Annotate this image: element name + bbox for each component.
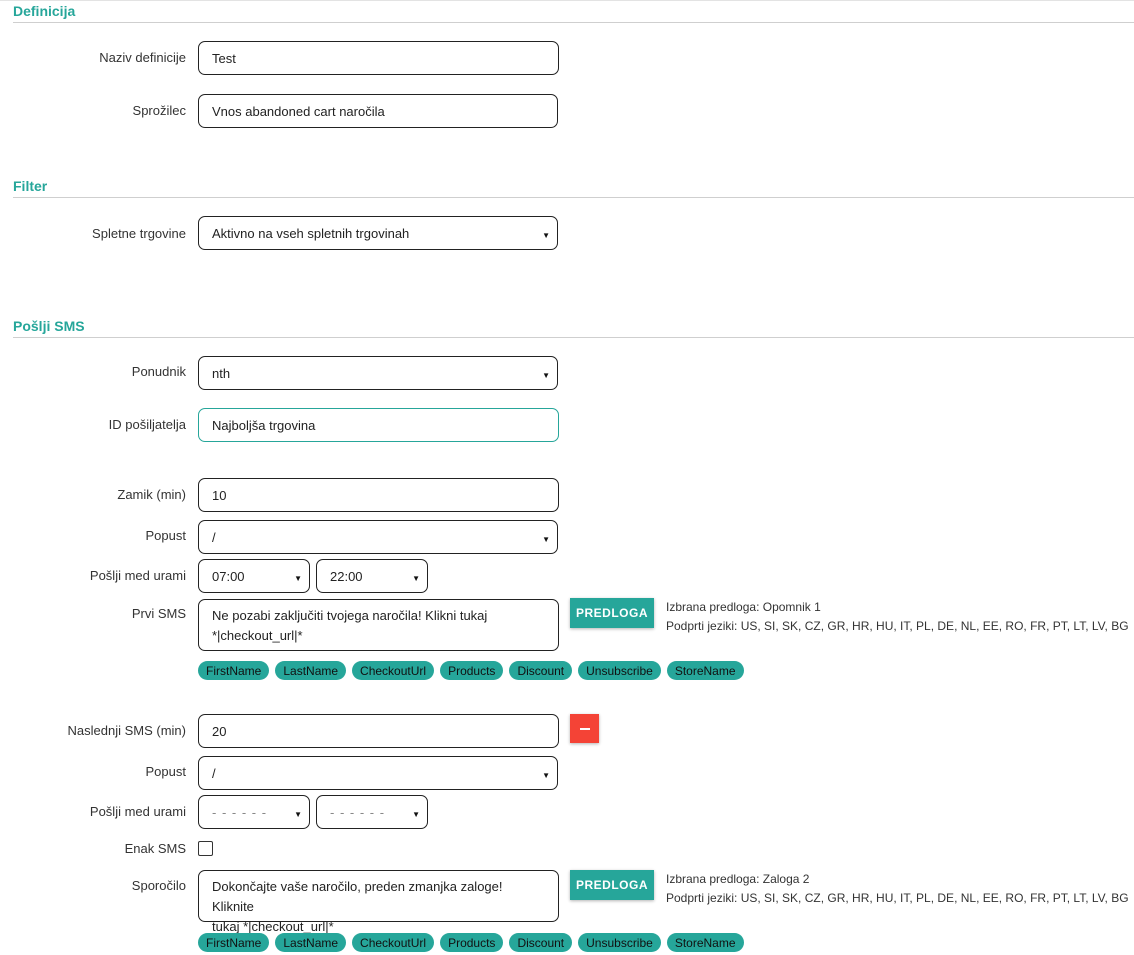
tag-unsubscribe[interactable]: Unsubscribe	[578, 933, 661, 952]
hours-from-select[interactable]: 07:00 ▼	[198, 559, 310, 593]
tag-unsubscribe[interactable]: Unsubscribe	[578, 661, 661, 680]
message-textarea[interactable]: Dokončajte vaše naročilo, preden zmanjka…	[198, 870, 559, 934]
caret-down-icon: ▼	[294, 810, 302, 819]
trgovine-select[interactable]: Aktivno na vseh spletnih trgovinah ▼	[198, 216, 558, 250]
naziv-value: Test	[212, 50, 236, 66]
tag-products[interactable]: Products	[440, 661, 504, 680]
ponudnik-label: Ponudnik	[131, 364, 186, 379]
tag-lastname[interactable]: LastName	[275, 661, 347, 680]
first-sms-line: Ne pozabi zaključiti tvojega naročila! K…	[212, 608, 488, 623]
tag-firstname[interactable]: FirstName	[198, 933, 270, 952]
caret-down-icon: ▼	[412, 574, 420, 583]
same-sms-label: Enak SMS	[124, 841, 186, 856]
sender-value: Najboljša trgovina	[212, 417, 316, 433]
remove-sms-button[interactable]	[570, 714, 599, 743]
section-divider	[13, 337, 1134, 338]
template-info: Izbrana predloga: Opomnik 1 Podprti jezi…	[666, 598, 1129, 636]
template-button[interactable]: PREDLOGA	[570, 598, 654, 628]
top-divider	[0, 0, 1134, 1]
template-button[interactable]: PREDLOGA	[570, 870, 654, 900]
section-divider	[13, 197, 1134, 198]
tag-firstname[interactable]: FirstName	[198, 661, 270, 680]
trgovine-label: Spletne trgovine	[92, 226, 186, 241]
supported-languages: Podprti jeziki: US, SI, SK, CZ, GR, HR, …	[666, 619, 1129, 633]
caret-down-icon: ▼	[542, 371, 550, 380]
naziv-label: Naziv definicije	[99, 50, 186, 65]
tag-checkouturl[interactable]: CheckoutUrl	[352, 933, 435, 952]
next-delay-label: Naslednji SMS (min)	[67, 723, 186, 738]
tag-storename[interactable]: StoreName	[666, 933, 744, 952]
naziv-input[interactable]: Test	[198, 41, 559, 75]
ponudnik-value: nth	[212, 365, 231, 381]
next-hours-label: Pošlji med urami	[89, 804, 186, 819]
section-title-filter: Filter	[13, 178, 48, 194]
next-delay-value: 20	[212, 723, 227, 739]
sprozilec-label: Sprožilec	[132, 103, 186, 118]
first-sms-textarea[interactable]: Ne pozabi zaključiti tvojega naročila! K…	[198, 599, 559, 651]
sprozilec-value: Vnos abandoned cart naročila	[212, 103, 385, 119]
message-line: Dokončajte vaše naročilo, preden zmanjka…	[212, 879, 503, 914]
trgovine-value: Aktivno na vseh spletnih trgovinah	[212, 225, 410, 241]
first-sms-line: *|checkout_url|*	[212, 628, 303, 643]
next-popust-select[interactable]: / ▼	[198, 756, 558, 790]
section-title-sms: Pošlji SMS	[13, 318, 85, 334]
caret-down-icon: ▼	[542, 535, 550, 544]
next-hours-from-value: - - - - - -	[212, 804, 268, 820]
section-title-definicija: Definicija	[13, 3, 76, 19]
zamik-value: 10	[212, 487, 227, 503]
popust-select[interactable]: / ▼	[198, 520, 558, 554]
caret-down-icon: ▼	[294, 574, 302, 583]
sender-label: ID pošiljatelja	[108, 417, 186, 432]
next-hours-to-select[interactable]: - - - - - - ▼	[316, 795, 428, 829]
hours-to-value: 22:00	[330, 568, 363, 584]
hours-from-value: 07:00	[212, 568, 245, 584]
selected-template: Izbrana predloga: Zaloga 2	[666, 872, 810, 886]
tag-products[interactable]: Products	[440, 933, 504, 952]
caret-down-icon: ▼	[412, 810, 420, 819]
sender-id-input[interactable]: Najboljša trgovina	[198, 408, 559, 442]
next-hours-from-select[interactable]: - - - - - - ▼	[198, 795, 310, 829]
message-label: Sporočilo	[131, 878, 186, 893]
popust-label: Popust	[145, 528, 186, 543]
tag-lastname[interactable]: LastName	[275, 933, 347, 952]
hours-label: Pošlji med urami	[89, 568, 186, 583]
ponudnik-select[interactable]: nth ▼	[198, 356, 558, 390]
popust-value: /	[212, 529, 216, 545]
zamik-label: Zamik (min)	[117, 487, 186, 502]
tag-discount[interactable]: Discount	[509, 661, 573, 680]
caret-down-icon: ▼	[542, 771, 550, 780]
next-hours-to-value: - - - - - -	[330, 804, 386, 820]
caret-down-icon: ▼	[542, 231, 550, 240]
tag-checkouturl[interactable]: CheckoutUrl	[352, 661, 435, 680]
supported-languages: Podprti jeziki: US, SI, SK, CZ, GR, HR, …	[666, 891, 1129, 905]
tag-storename[interactable]: StoreName	[666, 661, 744, 680]
placeholder-tags: FirstName LastName CheckoutUrl Products …	[198, 933, 744, 952]
next-popust-label: Popust	[145, 764, 186, 779]
first-sms-label: Prvi SMS	[131, 606, 186, 621]
same-sms-checkbox[interactable]	[198, 841, 213, 856]
tag-discount[interactable]: Discount	[509, 933, 573, 952]
minus-icon	[579, 727, 590, 730]
template-info: Izbrana predloga: Zaloga 2 Podprti jezik…	[666, 870, 1129, 908]
next-delay-input[interactable]: 20	[198, 714, 559, 748]
hours-to-select[interactable]: 22:00 ▼	[316, 559, 428, 593]
sprozilec-input[interactable]: Vnos abandoned cart naročila	[198, 94, 558, 128]
zamik-input[interactable]: 10	[198, 478, 559, 512]
section-divider	[13, 22, 1134, 23]
next-popust-value: /	[212, 765, 216, 781]
selected-template: Izbrana predloga: Opomnik 1	[666, 600, 821, 614]
placeholder-tags: FirstName LastName CheckoutUrl Products …	[198, 661, 744, 680]
